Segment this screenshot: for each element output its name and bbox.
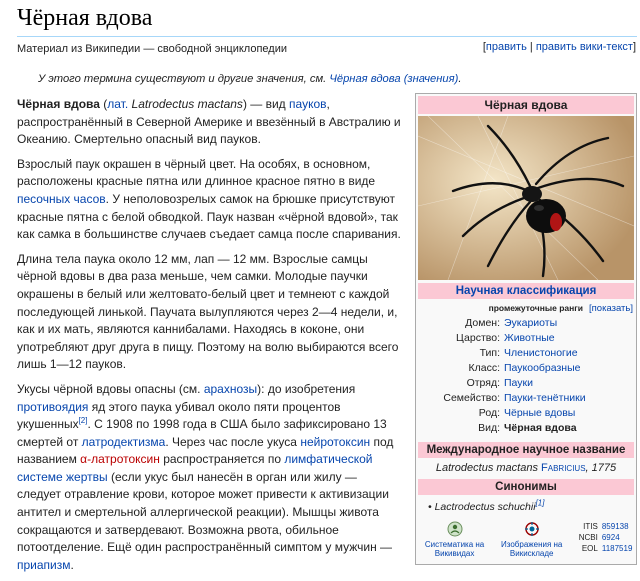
- database-id-row: NCBI 6924: [574, 532, 633, 543]
- infobox-title: Чёрная вдова: [418, 96, 634, 114]
- paragraph-appearance: Взрослый паук окрашен в чёрный цвет. На …: [17, 156, 401, 244]
- commons-link[interactable]: Изображения на Викискладе: [497, 540, 567, 558]
- text: Взрослый паук окрашен в чёрный цвет. На …: [17, 156, 376, 189]
- commons-icon: [524, 522, 539, 536]
- edit-source-link[interactable]: править вики-текст: [536, 41, 633, 53]
- taxonomy-rank: Царство:: [456, 332, 500, 344]
- text: .: [70, 557, 74, 572]
- edit-links: [править | править вики-текст]: [482, 41, 636, 53]
- taxonomy-rank: Вид:: [478, 422, 500, 434]
- database-key: EOL: [581, 544, 598, 553]
- intermediate-ranks-row: промежуточные ранги [показать]: [416, 301, 636, 316]
- spider-illustration: [418, 116, 634, 280]
- taxonomy-value[interactable]: Паукообразные: [502, 361, 636, 376]
- synonyms-header: Синонимы: [418, 479, 634, 495]
- spiders-link[interactable]: пауков: [289, 97, 326, 111]
- paragraph-intro: Чёрная вдова (лат. Latrodectus mactans) …: [17, 97, 401, 147]
- taxonomy-row: Семейство: Пауки-тенётники: [416, 391, 636, 406]
- taxonomy-row: Тип: Членистоногие: [416, 346, 636, 361]
- taxonomy-value[interactable]: Членистоногие: [502, 346, 636, 361]
- intl-name: Latrodectus mactans Fabricius, 1775: [416, 462, 636, 474]
- taxonomy-table: Домен: Эукариоты Царство: Животные Тип: Члени…: [416, 316, 636, 436]
- page-source-note: Материал из Википедии — свободной энцикл…: [17, 43, 287, 55]
- taxonomy-row: Вид: Чёрная вдова: [416, 421, 636, 436]
- text: распространяется по: [159, 452, 285, 467]
- alpha-latrotoxin-link[interactable]: α-латротоксин: [80, 452, 160, 466]
- taxonomy-row: Класс: Паукообразные: [416, 361, 636, 376]
- article-body: Чёрная вдова (лат. Latrodectus mactans) …: [17, 96, 401, 581]
- intl-year: , 1775: [585, 462, 617, 474]
- wikispecies-item[interactable]: Систематика на Викивидах: [420, 521, 490, 558]
- wikispecies-link[interactable]: Систематика на Викивидах: [420, 540, 490, 558]
- synonym-item: • Lactrodectus schuchii[1]: [428, 498, 545, 513]
- neurotoxin-link[interactable]: нейротоксин: [300, 435, 370, 449]
- latrodectism-link[interactable]: латродектизма: [82, 435, 166, 449]
- scientific-classification-header: Научная классификация: [418, 283, 634, 299]
- synonym-name: Lactrodectus schuchii: [434, 501, 536, 513]
- taxonomy-value[interactable]: Эукариоты: [502, 316, 636, 331]
- database-key: NCBI: [578, 533, 598, 542]
- database-ids: ITIS 859138 NCBI 6924 EOL 1187519: [574, 521, 633, 554]
- priapism-link[interactable]: приапизм: [17, 558, 71, 572]
- taxonomy-value[interactable]: Пауки-тенётники: [502, 391, 636, 406]
- taxonomy-rank: Род:: [478, 407, 500, 419]
- taxonomy-rank: Тип:: [479, 347, 500, 359]
- wikispecies-icon: [447, 521, 463, 537]
- edit-link[interactable]: править: [486, 41, 527, 53]
- taxonomy-rank: Домен:: [465, 317, 500, 329]
- spider-photo[interactable]: [418, 116, 634, 280]
- taxonomy-rank: Отряд:: [466, 377, 500, 389]
- reference-1-link[interactable]: [1]: [536, 499, 545, 508]
- show-ranks-toggle[interactable]: [показать]: [589, 303, 633, 314]
- page-title: Чёрная вдова: [17, 5, 153, 31]
- infobox-footer: Систематика на Викивидах Изображения на …: [416, 521, 636, 558]
- text: ): до изобретения: [257, 381, 356, 396]
- database-key: ITIS: [583, 522, 598, 531]
- infobox: Чёрная вдова Научная классификация проме…: [415, 93, 637, 565]
- taxonomy-row: Отряд: Пауки: [416, 376, 636, 391]
- database-id-link[interactable]: 1187519: [602, 544, 633, 553]
- database-id-link[interactable]: 6924: [602, 533, 620, 542]
- taxonomy-row: Царство: Животные: [416, 331, 636, 346]
- intl-name-header: Международное научное название: [418, 442, 634, 458]
- hatnote-text: У этого термина существуют и другие знач…: [38, 73, 327, 85]
- hatnote: У этого термина существуют и другие знач…: [38, 73, 462, 85]
- taxonomy-value[interactable]: Животные: [502, 331, 636, 346]
- scientific-classification-link[interactable]: Научная классификация: [456, 285, 597, 297]
- lat-link[interactable]: лат.: [107, 97, 128, 111]
- disambiguation-link[interactable]: Чёрная вдова (значения): [329, 73, 458, 85]
- text: Укусы чёрной вдовы опасны (см.: [17, 381, 204, 396]
- paragraph-size: Длина тела паука около 12 мм, лап — 12 м…: [17, 251, 401, 374]
- intermediate-ranks-label: промежуточные ранги: [488, 303, 584, 313]
- taxonomy-value: Чёрная вдова: [504, 422, 577, 434]
- title-divider: [17, 36, 637, 37]
- text: Длина тела паука около 12 мм, лап — 12 м…: [17, 251, 399, 372]
- taxonomy-row: Домен: Эукариоты: [416, 316, 636, 331]
- article-subject: Чёрная вдова: [17, 97, 100, 111]
- arachnoses-link[interactable]: арахнозы: [204, 382, 257, 396]
- taxonomy-rank: Класс:: [468, 362, 501, 374]
- taxonomy-value[interactable]: Чёрные вдовы: [502, 406, 636, 421]
- database-id-row: EOL 1187519: [574, 543, 633, 554]
- database-id-row: ITIS 859138: [574, 521, 633, 532]
- hourglass-link[interactable]: песочных часов: [17, 192, 106, 206]
- text: — вид: [246, 97, 290, 111]
- intl-name-value: Latrodectus mactans: [435, 462, 538, 474]
- database-id-link[interactable]: 859138: [602, 522, 629, 531]
- commons-item[interactable]: Изображения на Викискладе: [497, 521, 567, 558]
- paragraph-venom: Укусы чёрной вдовы опасны (см. арахнозы)…: [17, 381, 401, 575]
- taxonomy-rank: Семейство:: [443, 392, 500, 404]
- antidote-link[interactable]: противоядия: [17, 400, 88, 414]
- taxonomy-row: Род: Чёрные вдовы: [416, 406, 636, 421]
- taxonomy-value[interactable]: Пауки: [502, 376, 636, 391]
- author-link[interactable]: Fabricius: [541, 462, 586, 474]
- text: . Через час после укуса: [165, 434, 301, 449]
- latin-name: Latrodectus mactans: [131, 97, 243, 111]
